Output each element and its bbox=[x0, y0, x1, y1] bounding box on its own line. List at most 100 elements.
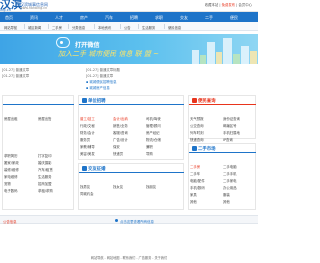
life-link[interactable]: 手机归属地 bbox=[223, 130, 240, 135]
wechat-banner[interactable]: 打开微信 加入二手 城市便民 信息 联 盟 ~ bbox=[0, 34, 258, 64]
news-item[interactable]: ▪ 城城便民招聘信息 bbox=[86, 79, 117, 84]
sub-nav: 网站导航 城区新闻 二手房 分类信息 本地资讯 公告 生活服务 便民信息 bbox=[0, 22, 258, 31]
job-link[interactable]: 会计/出纳 bbox=[113, 116, 128, 121]
job-link[interactable]: 客服/咨询 bbox=[113, 130, 128, 135]
nav-item-car[interactable]: 汽车 bbox=[105, 15, 113, 21]
footer-links[interactable]: 网站导航 - 网站地图 - 联系我们 - 广告服务 - 关于我们 bbox=[0, 255, 258, 260]
heart-icon bbox=[82, 166, 87, 171]
dating-link[interactable]: 找女友 bbox=[113, 184, 123, 189]
job-link[interactable]: 家教/辅导 bbox=[80, 144, 95, 149]
category-link[interactable]: 宠物 bbox=[4, 181, 11, 186]
news-item[interactable]: [01-27] 普通文章 bbox=[2, 67, 29, 72]
job-link[interactable]: 销售/业务 bbox=[113, 123, 128, 128]
category-link[interactable]: 招商加盟 bbox=[38, 181, 52, 186]
category-link[interactable]: 家电维修 bbox=[4, 174, 18, 179]
category-link[interactable]: 搬家/家政 bbox=[4, 160, 19, 165]
news-item[interactable]: [01-27] 普通文章标题 bbox=[86, 67, 120, 72]
secondhand-link[interactable]: 二手车 bbox=[190, 171, 200, 176]
news-item[interactable]: [01-27] 普通文章 bbox=[86, 73, 113, 78]
category-link[interactable]: 打字复印 bbox=[38, 153, 52, 158]
job-link[interactable]: 物流/仓储 bbox=[146, 137, 161, 142]
info-icon bbox=[115, 219, 118, 223]
job-link[interactable]: 普工/技工 bbox=[80, 116, 95, 121]
secondhand-box: 二手市场 bbox=[188, 143, 256, 210]
nav-item-news[interactable]: 资讯 bbox=[30, 15, 38, 21]
news-item[interactable]: [01-27] 普通文章 bbox=[2, 73, 29, 78]
category-link[interactable]: 生活服务 bbox=[38, 174, 52, 179]
subnav-item-convenience[interactable]: 便民信息 bbox=[168, 25, 181, 30]
life-link[interactable]: 列车时刻 bbox=[190, 130, 204, 135]
dating-link[interactable]: 同城约会 bbox=[80, 191, 94, 196]
nav-item-talent[interactable]: 人才 bbox=[55, 15, 63, 21]
secondhand-title[interactable]: 二手市场 bbox=[198, 146, 216, 152]
wechat-icon bbox=[56, 37, 70, 48]
secondhand-link[interactable]: 服装 bbox=[223, 192, 230, 197]
subnav-item-notice[interactable]: 公告 bbox=[124, 25, 131, 30]
subnav-item-citynews[interactable]: 城区新闻 bbox=[28, 25, 41, 30]
secondhand-link[interactable]: 二手家电 bbox=[223, 178, 237, 183]
subnav-item-life[interactable]: 生活服务 bbox=[142, 25, 155, 30]
nav-item-home[interactable]: 首页 bbox=[5, 15, 13, 21]
dating-header: 交友征婚 bbox=[79, 164, 184, 173]
job-link[interactable]: 房产经纪 bbox=[146, 130, 160, 135]
category-link[interactable]: 求租/求购 bbox=[38, 188, 53, 193]
jobs-title[interactable]: 单位招聘 bbox=[88, 98, 106, 104]
secondhand-link[interactable]: 办公用品 bbox=[223, 185, 237, 190]
life-link[interactable]: 身份证查询 bbox=[223, 116, 240, 121]
secondhand-link[interactable]: 其他 bbox=[223, 199, 230, 204]
secondhand-link[interactable]: 二手手机 bbox=[223, 171, 237, 176]
job-link[interactable]: 行政/文秘 bbox=[80, 123, 95, 128]
dating-title[interactable]: 交友征婚 bbox=[88, 166, 106, 172]
news-item[interactable]: ▪ 城城房产信息 bbox=[86, 85, 110, 90]
publish-link[interactable]: 免费发布 bbox=[222, 3, 236, 7]
category-link[interactable]: 房屋出售 bbox=[38, 116, 52, 121]
secondhand-link[interactable]: 其他 bbox=[190, 199, 197, 204]
subnav-item-local[interactable]: 本地资讯 bbox=[98, 25, 111, 30]
search-icon bbox=[192, 98, 197, 103]
view-all-link[interactable]: 点击这里查看所有信息 bbox=[120, 219, 154, 224]
nav-item-services[interactable]: 便民 bbox=[230, 15, 238, 21]
category-link[interactable]: 求职简历 bbox=[4, 153, 18, 158]
life-link[interactable]: 公交查询 bbox=[190, 123, 204, 128]
secondhand-link[interactable]: 二手电脑 bbox=[223, 164, 237, 169]
category-link[interactable]: 婚庆摄影 bbox=[38, 160, 52, 165]
job-link[interactable]: 兼职 bbox=[146, 144, 153, 149]
life-link[interactable]: 快递查询 bbox=[190, 137, 204, 142]
life-link[interactable]: 邮编区号 bbox=[223, 123, 237, 128]
job-link[interactable]: 财务/会计 bbox=[80, 130, 95, 135]
city-skyline-icon bbox=[188, 36, 258, 64]
job-link[interactable]: 司机/驾驶 bbox=[146, 116, 161, 121]
nav-item-secondhand[interactable]: 二手 bbox=[205, 15, 213, 21]
job-link[interactable]: 美容/美发 bbox=[80, 151, 95, 156]
category-link[interactable]: 汽车/租赁 bbox=[38, 167, 53, 172]
subnav-item-sitemap[interactable]: 网站导航 bbox=[4, 25, 17, 30]
jobs-header: 单位招聘 bbox=[79, 96, 184, 105]
secondhand-link[interactable]: 手机/数码 bbox=[190, 185, 205, 190]
job-link[interactable]: 服务员 bbox=[80, 137, 90, 142]
secondhand-link[interactable]: 家具 bbox=[190, 192, 197, 197]
category-link[interactable]: 装修/维修 bbox=[4, 167, 19, 172]
secondhand-link[interactable]: 二手房 bbox=[190, 164, 200, 169]
subnav-item-classified[interactable]: 分类信息 bbox=[72, 25, 85, 30]
category-link[interactable]: 电子数码 bbox=[4, 188, 18, 193]
category-link[interactable]: 房屋出租 bbox=[4, 116, 18, 121]
dating-link[interactable]: 找朋友 bbox=[146, 184, 156, 189]
secondhand-link[interactable]: 电脑/配件 bbox=[190, 178, 205, 183]
job-link[interactable]: 快递员 bbox=[113, 151, 123, 156]
dating-link[interactable]: 找男友 bbox=[80, 184, 90, 189]
nav-item-jobs[interactable]: 招聘 bbox=[130, 15, 138, 21]
job-link[interactable]: 导购 bbox=[146, 151, 153, 156]
life-link[interactable]: IP查询 bbox=[223, 137, 233, 142]
job-link[interactable]: 保安 bbox=[113, 144, 120, 149]
nav-item-house[interactable]: 房产 bbox=[80, 15, 88, 21]
life-link[interactable]: 天气预报 bbox=[190, 116, 204, 121]
life-services-title[interactable]: 便民查询 bbox=[198, 98, 216, 104]
job-link[interactable]: 广告/设计 bbox=[113, 137, 128, 142]
recycle-icon bbox=[192, 146, 197, 151]
nav-item-dating[interactable]: 交友 bbox=[180, 15, 188, 21]
member-center-link[interactable]: 会员中心 bbox=[238, 3, 252, 7]
favorite-link[interactable]: 收藏本站 bbox=[205, 3, 219, 7]
job-link[interactable]: 管理/顾问 bbox=[146, 123, 161, 128]
nav-item-resume[interactable]: 求职 bbox=[155, 15, 163, 21]
subnav-item-house[interactable]: 二手房 bbox=[52, 25, 62, 30]
